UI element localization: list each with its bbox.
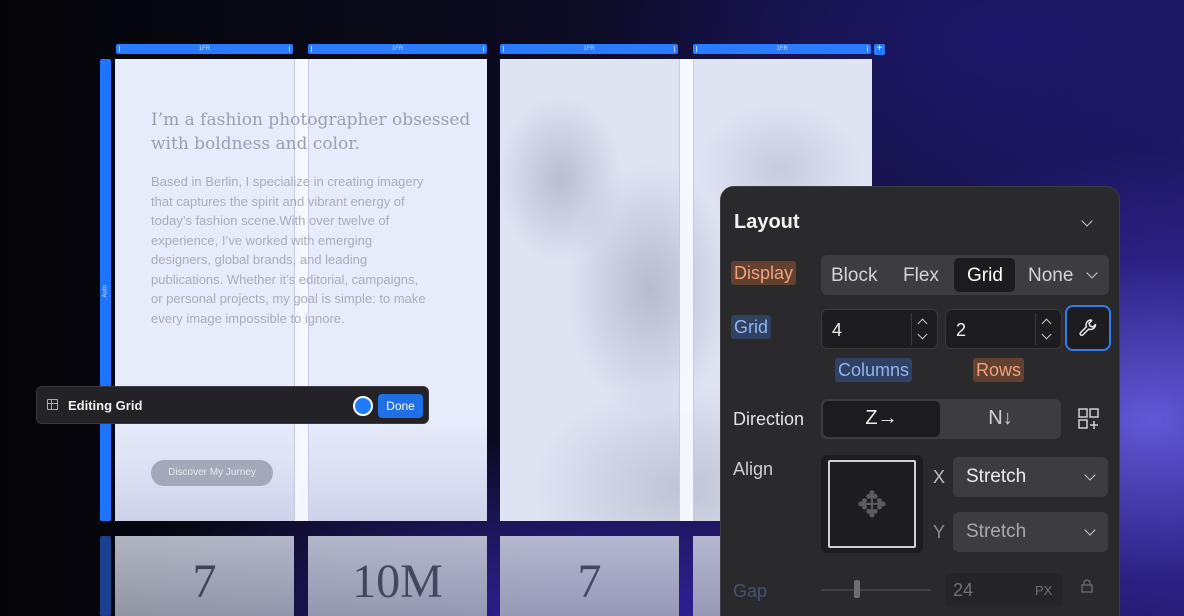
- stat-value: 10M: [352, 555, 443, 608]
- decrement-icon[interactable]: [1041, 329, 1052, 340]
- column-track-3[interactable]: 1FR: [500, 44, 678, 54]
- align-label: Align: [733, 459, 774, 479]
- collapse-chevron-icon[interactable]: [1081, 215, 1093, 227]
- align-y-label: Y: [933, 522, 946, 542]
- wrap-icon[interactable]: [1077, 407, 1101, 431]
- column-gap-3: [679, 59, 693, 521]
- lock-icon[interactable]: [1081, 579, 1093, 593]
- layout-panel: Layout Display Block Flex Grid None Grid…: [720, 186, 1120, 616]
- move-arrows-icon: ✥: [856, 484, 888, 525]
- display-option-block[interactable]: Block: [831, 265, 877, 287]
- align-x-value: Stretch: [966, 466, 1027, 487]
- display-label: Display: [731, 261, 797, 285]
- rows-stepper[interactable]: [1035, 313, 1057, 345]
- stat-value: 7: [577, 555, 602, 608]
- column-track-2[interactable]: 1FR: [308, 44, 487, 54]
- column-track-4[interactable]: 1FR: [693, 44, 871, 54]
- chevron-down-icon: [1084, 469, 1096, 481]
- direction-segmented-control: Z→ N↓: [821, 399, 1061, 439]
- align-stretch-preview: ✥: [828, 460, 916, 548]
- page-headline: I’m a fashion photographer obsessed with…: [151, 110, 471, 154]
- display-segmented-control: Block Flex Grid None: [821, 255, 1109, 295]
- decrement-icon[interactable]: [917, 329, 928, 340]
- columns-caption: Columns: [835, 358, 913, 382]
- rows-caption: Rows: [973, 358, 1025, 382]
- color-swatch[interactable]: [353, 396, 373, 416]
- increment-icon[interactable]: [1041, 318, 1052, 329]
- direction-row-button[interactable]: Z→: [823, 401, 940, 437]
- align-y-select[interactable]: Stretch: [953, 512, 1108, 552]
- align-x-label: X: [933, 467, 946, 487]
- display-option-grid[interactable]: Grid: [967, 265, 1003, 287]
- gap-input[interactable]: 24 PX: [945, 573, 1063, 607]
- panel-title: Layout: [734, 211, 800, 233]
- grid-line: [693, 59, 694, 521]
- columns-value: 4: [832, 320, 843, 340]
- gap-label: Gap: [733, 581, 768, 601]
- increment-icon[interactable]: [917, 318, 928, 329]
- row-track-2[interactable]: [100, 536, 111, 616]
- stat-value: 7: [192, 555, 217, 608]
- stat-card: [693, 536, 720, 616]
- editing-grid-toolbar: Editing Grid Done: [36, 386, 429, 424]
- grid-line: [679, 59, 680, 521]
- chevron-down-icon: [1084, 524, 1096, 536]
- grid-settings-button[interactable]: [1065, 305, 1111, 351]
- stat-card: 7: [115, 536, 294, 616]
- align-x-select[interactable]: Stretch: [953, 457, 1108, 497]
- rows-input[interactable]: 2: [945, 309, 1062, 349]
- columns-stepper[interactable]: [911, 313, 933, 345]
- wrench-icon: [1079, 319, 1097, 337]
- display-option-none[interactable]: None: [1028, 265, 1073, 287]
- row-track-1[interactable]: Auto: [100, 59, 111, 521]
- add-column-button[interactable]: +: [874, 44, 885, 55]
- stat-card: 10M: [308, 536, 487, 616]
- align-picker[interactable]: ✥: [821, 455, 923, 553]
- display-more-chevron-icon[interactable]: [1086, 267, 1098, 279]
- editing-grid-title: Editing Grid: [68, 398, 143, 413]
- gap-value: 24: [953, 580, 974, 600]
- gap-slider-track[interactable]: [821, 589, 931, 591]
- align-y-value: Stretch: [966, 521, 1027, 542]
- stat-card: 7: [500, 536, 679, 616]
- direction-label: Direction: [733, 409, 805, 429]
- gap-unit: PX: [1035, 583, 1053, 598]
- row-track-label: Auto: [102, 285, 109, 298]
- direction-column-button[interactable]: N↓: [942, 401, 1059, 437]
- grid-icon: [47, 399, 58, 410]
- discover-button[interactable]: Discover My Jurney: [151, 460, 273, 486]
- page-body-text: Based in Berlin, I specialize in creatin…: [151, 174, 426, 326]
- grid-label: Grid: [731, 315, 772, 339]
- column-track-1[interactable]: 1FR: [116, 44, 293, 54]
- columns-input[interactable]: 4: [821, 309, 938, 349]
- rows-value: 2: [956, 320, 967, 340]
- done-button[interactable]: Done: [378, 394, 423, 418]
- display-option-flex[interactable]: Flex: [903, 265, 939, 287]
- gap-slider-handle[interactable]: [854, 580, 860, 598]
